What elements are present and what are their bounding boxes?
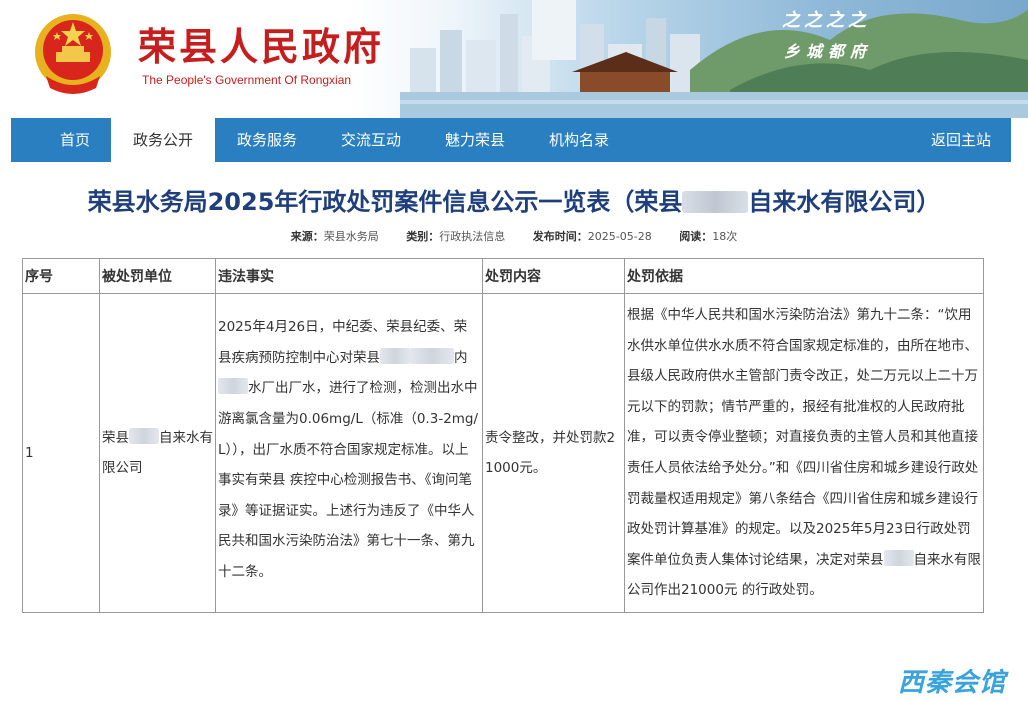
- national-emblem-icon: [35, 14, 111, 94]
- site-subtitle: The People's Government Of Rongxian: [142, 73, 352, 87]
- site-header: 荣县人民政府 The People's Government Of Rongxi…: [0, 0, 1028, 118]
- col-header-facts: 违法事实: [215, 258, 483, 294]
- nav-item-gov-services[interactable]: 政务服务: [215, 118, 319, 162]
- meta-date-value: 2025-05-28: [587, 230, 652, 243]
- meta-category-value: 行政执法信息: [439, 230, 506, 243]
- cell-basis: 根据《中华人民共和国水污染防治法》第九十二条：“饮用水供水单位供水水质不符合国家…: [624, 293, 984, 613]
- redacted-name-mask: [682, 191, 749, 213]
- main-nav: 首页 政务公开 政务服务 交流互动 魅力荣县 机构名录 返回主站: [11, 118, 1011, 162]
- watermark-logo: 西秦会馆: [898, 668, 1007, 698]
- site-title: 荣县人民政府: [138, 24, 385, 69]
- cell-penalty: 责令整改，并处罚款21000元。: [482, 293, 625, 613]
- nav-item-interaction[interactable]: 交流互动: [319, 118, 423, 162]
- redacted-name-mask: [883, 549, 914, 566]
- article-title: 荣县水务局2025年行政处罚案件信息公示一览表（荣县 自来水有限公司）: [0, 182, 1028, 217]
- cell-unit: 荣县 自来水有限公司: [99, 293, 216, 613]
- table-row: 1 荣县 自来水有限公司 2025年4月26日，中纪委、荣县纪委、荣县疾病预防控制…: [22, 293, 984, 613]
- meta-category-label: 类别：: [406, 230, 440, 243]
- redacted-name-mask: [129, 427, 159, 444]
- city-skyline-banner-image: [400, 0, 1028, 118]
- redacted-name-mask: [380, 347, 410, 364]
- meta-date-label: 发布时间：: [532, 230, 588, 243]
- article-title-part1: 荣县水务局2025年行政处罚案件信息公示一览表（荣县: [87, 188, 683, 216]
- table-header-row: 序号 被处罚单位 违法事实 处罚内容 处罚依据: [22, 258, 984, 294]
- nav-item-charm-rongxian[interactable]: 魅力荣县: [423, 118, 527, 162]
- cell-index: 1: [22, 293, 100, 613]
- meta-source-value: 荣县水务局: [323, 230, 379, 243]
- nav-return-main-site[interactable]: 返回主站: [911, 118, 1011, 162]
- col-header-basis: 处罚依据: [624, 258, 984, 294]
- col-header-index: 序号: [22, 258, 100, 294]
- redacted-name-mask: [218, 378, 248, 395]
- cell-facts: 2025年4月26日，中纪委、荣县纪委、荣县疾病预防控制中心对荣县 内水厂出厂水，…: [215, 293, 483, 613]
- meta-source-label: 来源：: [290, 230, 324, 243]
- article-title-part2: 自来水有限公司）: [748, 188, 941, 216]
- meta-reads-value: 18次: [712, 230, 738, 243]
- nav-item-gov-affairs-open[interactable]: 政务公开: [111, 118, 215, 162]
- article-meta: 来源：荣县水务局 类别：行政执法信息 发布时间：2025-05-28 阅读：18…: [0, 228, 1028, 244]
- banner-slogan-line2: 乡城都府: [784, 42, 873, 61]
- col-header-unit: 被处罚单位: [99, 258, 216, 294]
- nav-item-home[interactable]: 首页: [39, 118, 111, 162]
- col-header-penalty: 处罚内容: [482, 258, 625, 294]
- penalty-table: 序号 被处罚单位 违法事实 处罚内容 处罚依据 1 荣县 自来水有限公司 2025…: [22, 258, 984, 613]
- redacted-name-mask: [410, 347, 454, 364]
- nav-item-org-directory[interactable]: 机构名录: [527, 118, 631, 162]
- meta-reads-label: 阅读：: [679, 230, 713, 243]
- banner-slogan-line1: 之之之之: [782, 10, 870, 31]
